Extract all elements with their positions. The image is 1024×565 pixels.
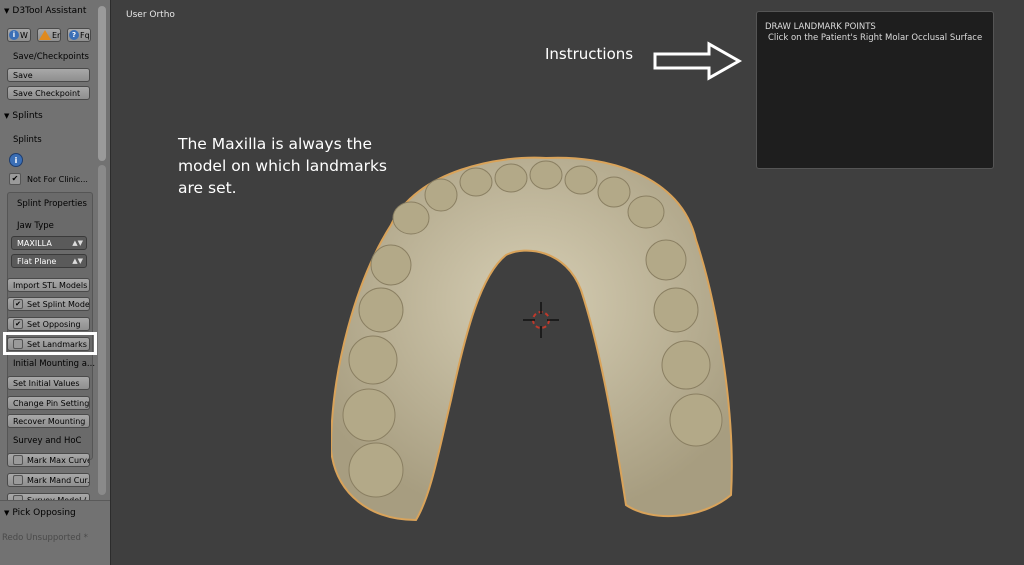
panel-scrollbar-lower[interactable] bbox=[98, 165, 106, 495]
collapse-triangle-icon: ▼ bbox=[4, 509, 10, 517]
save-section-label: Save/Checkpoints bbox=[13, 52, 89, 62]
arrow-right-icon bbox=[653, 41, 743, 81]
assistant-panel-header[interactable]: ▼ D3Tool Assistant bbox=[0, 3, 100, 19]
jaw-type-select[interactable]: MAXILLA ▲▼ bbox=[11, 236, 87, 250]
splints-panel-header[interactable]: ▼ Splints bbox=[0, 108, 100, 124]
collapse-triangle-icon: ▼ bbox=[4, 112, 10, 120]
errors-button[interactable]: Er bbox=[37, 28, 61, 42]
instructions-title: DRAW LANDMARK POINTS bbox=[765, 22, 876, 32]
initial-mounting-label: Initial Mounting a... bbox=[13, 359, 96, 369]
updown-arrow-icon: ▲▼ bbox=[72, 257, 83, 265]
splints-info-icon[interactable]: i bbox=[9, 153, 23, 167]
info-icon: i bbox=[9, 30, 19, 40]
help-icon: ? bbox=[69, 30, 79, 40]
splints-label: Splints bbox=[13, 135, 42, 145]
set-opposing-button[interactable]: ✔ Set Opposing bbox=[7, 317, 90, 331]
set-initial-values-button[interactable]: Set Initial Values bbox=[7, 376, 90, 390]
redo-unsupported-label: Redo Unsupported * bbox=[2, 533, 88, 543]
warning-icon bbox=[39, 30, 51, 40]
instructions-label: Instructions bbox=[545, 45, 634, 63]
splint-properties-label: Splint Properties bbox=[17, 199, 87, 209]
pick-opposing-header[interactable]: ▼ Pick Opposing bbox=[0, 505, 100, 521]
3d-cursor-icon bbox=[523, 302, 559, 338]
not-for-clinical-checkbox[interactable]: ✔ Not For Clinic... bbox=[9, 173, 88, 185]
change-pin-setting-button[interactable]: Change Pin Setting bbox=[7, 396, 90, 410]
collapse-triangle-icon: ▼ bbox=[4, 7, 10, 15]
operator-panel: ▼ Pick Opposing Redo Unsupported * bbox=[0, 500, 110, 565]
panel-scrollbar[interactable] bbox=[98, 6, 106, 161]
info-button[interactable]: i W bbox=[7, 28, 31, 42]
save-checkpoint-button[interactable]: Save Checkpoint bbox=[7, 86, 90, 100]
survey-hoc-label: Survey and HoC bbox=[13, 436, 82, 446]
save-button[interactable]: Save bbox=[7, 68, 90, 82]
recover-mounting-button[interactable]: Recover Mounting bbox=[7, 414, 90, 428]
instructions-body: Click on the Patient's Right Molar Occlu… bbox=[768, 33, 983, 43]
tool-panel: ▼ D3Tool Assistant i W Er ? Fq Save/Chec… bbox=[0, 0, 111, 565]
faq-button[interactable]: ? Fq bbox=[67, 28, 91, 42]
checkbox-empty-icon bbox=[13, 455, 23, 465]
import-stl-button[interactable]: Import STL Models bbox=[7, 278, 90, 292]
mark-max-curve-button[interactable]: Mark Max Curve bbox=[7, 453, 90, 467]
mark-mand-curve-button[interactable]: Mark Mand Cur... bbox=[7, 473, 90, 487]
checkmark-icon: ✔ bbox=[13, 299, 23, 309]
view-mode-label: User Ortho bbox=[126, 10, 175, 20]
3d-viewport[interactable]: User Ortho The Maxilla is always the mod… bbox=[111, 0, 1024, 565]
updown-arrow-icon: ▲▼ bbox=[72, 239, 83, 247]
checkmark-icon: ✔ bbox=[9, 173, 21, 185]
instructions-panel: DRAW LANDMARK POINTS Click on the Patien… bbox=[756, 11, 994, 169]
checkbox-empty-icon bbox=[13, 475, 23, 485]
set-splint-model-button[interactable]: ✔ Set Splint Model bbox=[7, 297, 90, 311]
checkmark-icon: ✔ bbox=[13, 319, 23, 329]
plane-select[interactable]: Flat Plane ▲▼ bbox=[11, 254, 87, 268]
set-landmarks-highlight bbox=[3, 332, 97, 355]
jaw-type-label: Jaw Type bbox=[17, 221, 54, 231]
